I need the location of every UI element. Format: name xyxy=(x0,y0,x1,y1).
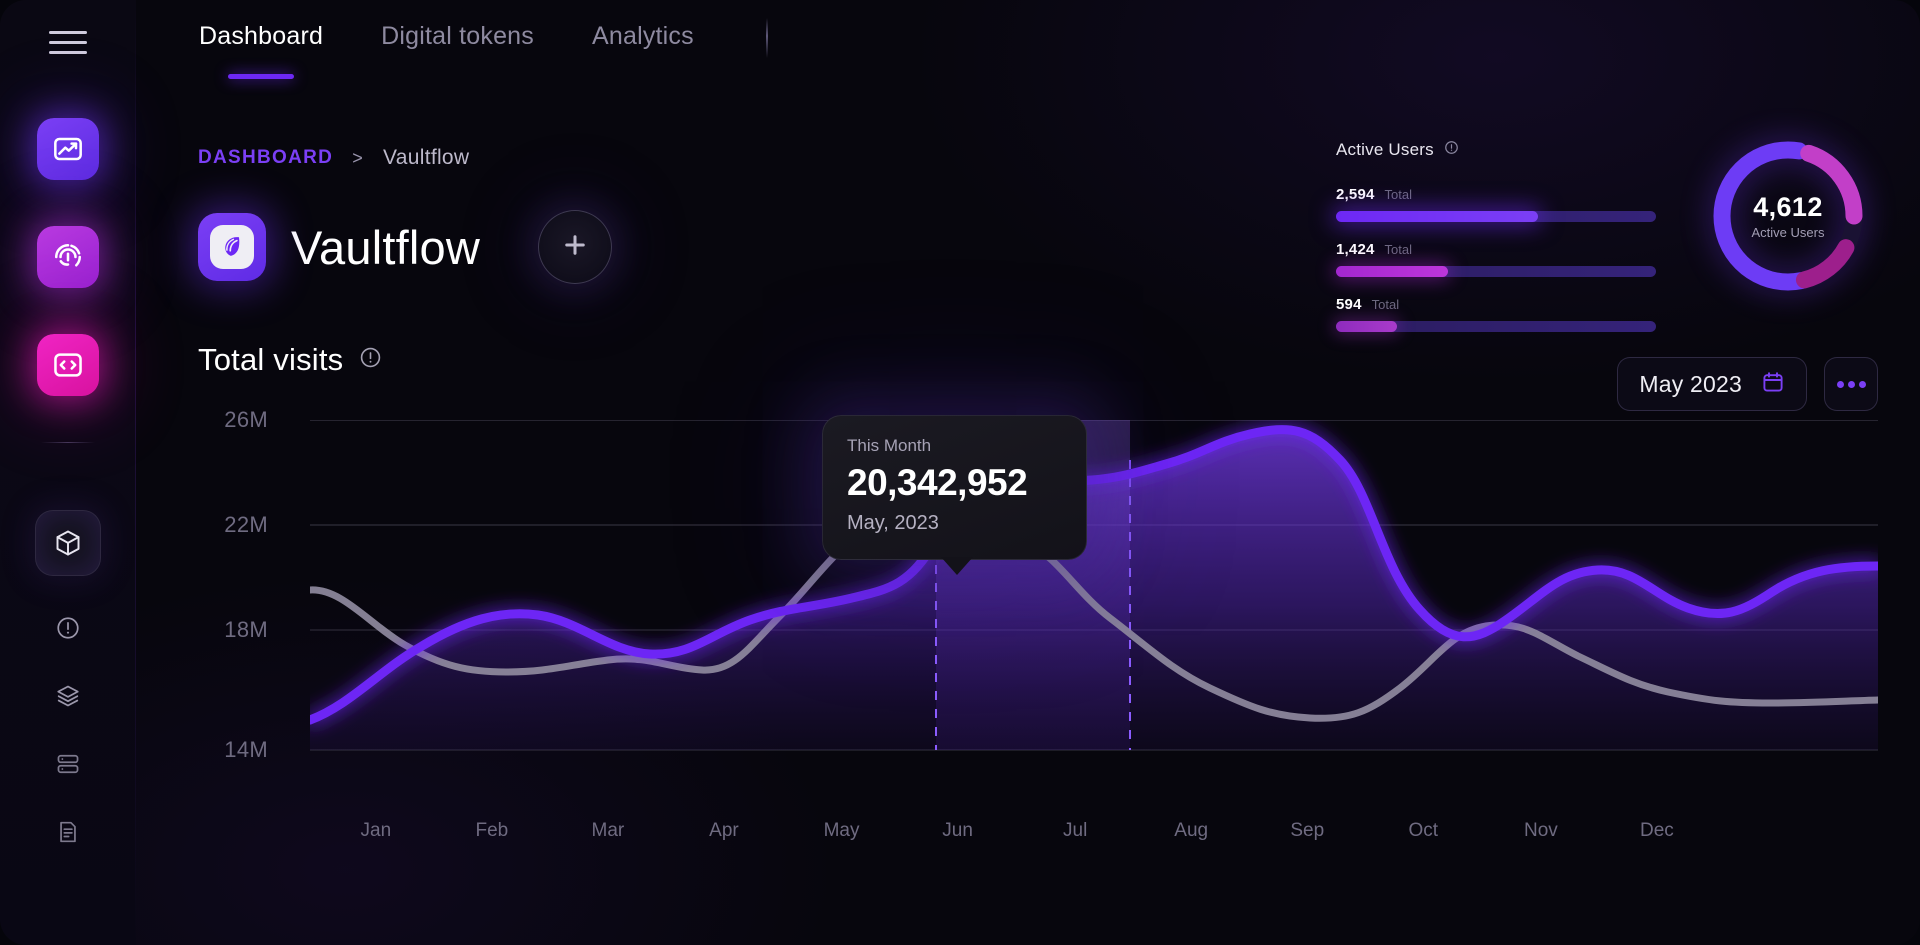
sidebar-item-developers[interactable] xyxy=(37,334,99,396)
x-axis-tick: May xyxy=(824,820,860,842)
x-axis-tick: Aug xyxy=(1174,820,1208,842)
info-circle-icon[interactable] xyxy=(1444,140,1459,160)
sidebar-secondary-group xyxy=(0,510,136,872)
date-range-value: May 2023 xyxy=(1639,371,1742,398)
bar-value: 1,424 xyxy=(1336,241,1375,258)
vaultflow-leaf-icon xyxy=(210,225,254,269)
y-axis-tick: 22M xyxy=(224,512,268,538)
tooltip-subtitle: May, 2023 xyxy=(847,512,1062,535)
tabbar-divider xyxy=(766,18,768,58)
bar-fill xyxy=(1336,321,1397,332)
sidebar-item-analytics[interactable] xyxy=(37,118,99,180)
bar-value: 594 xyxy=(1336,296,1362,313)
add-button[interactable] xyxy=(538,210,612,284)
bar-caption: Total xyxy=(1385,242,1412,257)
plus-icon xyxy=(560,230,590,265)
active-users-bar-row: 2,594 Total xyxy=(1336,186,1656,222)
active-users-header: Active Users xyxy=(1336,140,1656,160)
bar-caption: Total xyxy=(1385,187,1412,202)
active-users-bar-row: 594 Total xyxy=(1336,296,1656,332)
donut-caption: Active Users xyxy=(1752,225,1825,240)
bar-track[interactable] xyxy=(1336,266,1656,277)
sidebar xyxy=(0,0,136,945)
calendar-icon xyxy=(1761,370,1785,399)
sidebar-primary-group xyxy=(0,118,136,443)
tooltip-caption: This Month xyxy=(847,436,1062,456)
bar-caption: Total xyxy=(1372,297,1399,312)
donut-center-label: 4,612 Active Users xyxy=(1700,128,1876,304)
bar-fill xyxy=(1336,211,1538,222)
x-axis-tick: Jun xyxy=(942,820,973,842)
x-axis-tick: Jan xyxy=(361,820,392,842)
more-options-button[interactable] xyxy=(1824,357,1878,411)
bar-labels: 2,594 Total xyxy=(1336,186,1656,203)
page-title: Vaultflow xyxy=(291,220,480,275)
bar-labels: 594 Total xyxy=(1336,296,1656,313)
database-icon xyxy=(55,751,81,777)
top-tabbar: Dashboard Digital tokens Analytics xyxy=(136,0,1920,84)
chevron-right-icon: > xyxy=(352,148,364,169)
sidebar-item-reports[interactable] xyxy=(40,804,96,860)
app-root: Dashboard Digital tokens Analytics DASHB… xyxy=(0,0,1920,945)
chart-controls: May 2023 xyxy=(1617,357,1878,411)
x-axis-tick: Dec xyxy=(1640,820,1674,842)
section-header: Total visits xyxy=(198,342,382,378)
breadcrumb-current: Vaultflow xyxy=(383,146,469,170)
sidebar-item-layers[interactable] xyxy=(40,668,96,724)
x-axis: Jan Feb Mar Apr May Jun Jul Aug Sep Oct … xyxy=(310,820,1878,860)
x-axis-tick: Feb xyxy=(476,820,509,842)
breadcrumb-root[interactable]: DASHBOARD xyxy=(198,147,333,169)
code-brackets-icon xyxy=(52,349,84,381)
sidebar-item-products[interactable] xyxy=(35,510,101,576)
fingerprint-scan-icon xyxy=(52,241,84,273)
bar-track[interactable] xyxy=(1336,211,1656,222)
x-axis-tick: Jul xyxy=(1063,820,1087,842)
layers-icon xyxy=(55,683,81,709)
tooltip-value: 20,342,952 xyxy=(847,462,1062,504)
chart-svg xyxy=(310,420,1878,810)
active-users-donut[interactable]: 4,612 Active Users xyxy=(1700,128,1876,304)
brand-logo xyxy=(198,213,266,281)
section-title: Total visits xyxy=(198,342,343,378)
tab-dashboard[interactable]: Dashboard xyxy=(199,0,323,51)
tooltip-pointer xyxy=(941,557,973,575)
sidebar-item-identity[interactable] xyxy=(37,226,99,288)
y-axis-tick: 26M xyxy=(224,407,268,433)
breadcrumb: DASHBOARD > Vaultflow xyxy=(198,146,469,170)
x-axis-tick: Apr xyxy=(709,820,739,842)
tab-analytics[interactable]: Analytics xyxy=(592,0,694,51)
chart-tooltip: This Month 20,342,952 May, 2023 xyxy=(822,415,1087,560)
x-axis-tick: Mar xyxy=(592,820,625,842)
donut-value: 4,612 xyxy=(1753,192,1823,223)
x-axis-tick: Nov xyxy=(1524,820,1558,842)
active-users-panel: Active Users 2,594 Total 1,424 Total xyxy=(1336,140,1656,351)
chart-plot-area[interactable] xyxy=(310,420,1878,810)
chart-image-icon xyxy=(52,133,84,165)
document-icon xyxy=(55,819,81,845)
page-header: Vaultflow xyxy=(198,210,612,284)
x-axis-tick: Oct xyxy=(1408,820,1438,842)
ellipsis-icon xyxy=(1837,381,1866,388)
sidebar-item-database[interactable] xyxy=(40,736,96,792)
y-axis-tick: 14M xyxy=(224,737,268,763)
y-axis-tick: 18M xyxy=(224,617,268,643)
cube-icon xyxy=(53,528,83,558)
x-axis-tick: Sep xyxy=(1290,820,1324,842)
active-users-bar-row: 1,424 Total xyxy=(1336,241,1656,277)
bar-labels: 1,424 Total xyxy=(1336,241,1656,258)
y-axis: 26M 22M 18M 14M xyxy=(198,420,294,810)
hamburger-icon[interactable] xyxy=(49,25,87,59)
active-users-title: Active Users xyxy=(1336,140,1434,160)
alert-circle-icon[interactable] xyxy=(359,346,382,374)
bar-fill xyxy=(1336,266,1448,277)
date-range-picker[interactable]: May 2023 xyxy=(1617,357,1807,411)
tab-digital-tokens[interactable]: Digital tokens xyxy=(381,0,534,51)
sidebar-divider xyxy=(41,442,95,443)
bar-value: 2,594 xyxy=(1336,186,1375,203)
sidebar-item-alerts[interactable] xyxy=(40,600,96,656)
alert-circle-icon xyxy=(55,615,81,641)
bar-track[interactable] xyxy=(1336,321,1656,332)
